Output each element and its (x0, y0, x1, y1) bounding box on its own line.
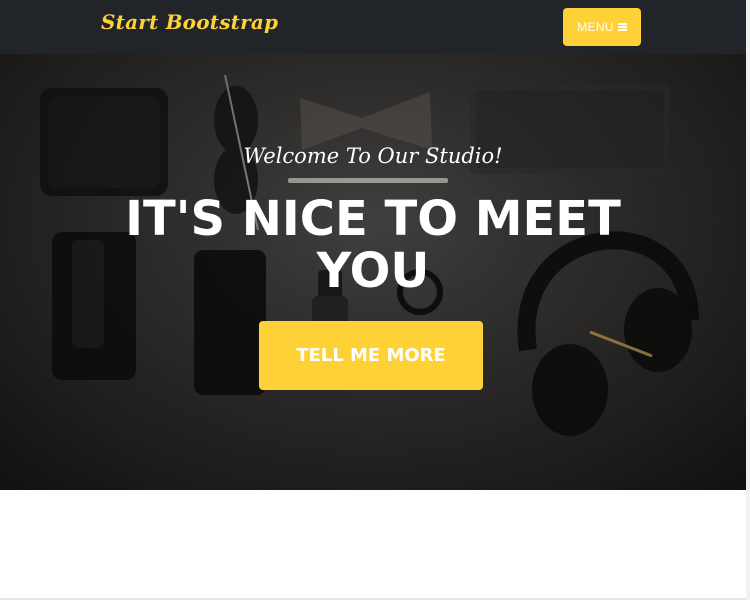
hero-subheading: Welcome To Our Studio! (243, 144, 503, 168)
page: Start Bootstrap MENU Welcome To Our Stud… (0, 0, 750, 600)
menu-toggle-button[interactable]: MENU (563, 8, 641, 46)
navbar: Start Bootstrap MENU (0, 0, 746, 54)
brand-link[interactable]: Start Bootstrap (101, 10, 278, 34)
bars-icon (617, 23, 627, 31)
hero-section: Start Bootstrap MENU Welcome To Our Stud… (0, 0, 746, 490)
tell-me-more-button[interactable]: TELL ME MORE (259, 321, 483, 390)
menu-label: MENU (577, 20, 614, 34)
scrollbar[interactable] (746, 0, 750, 600)
content-section (0, 490, 746, 600)
hero-heading: IT'S NICE TO MEET YOU (125, 191, 621, 299)
